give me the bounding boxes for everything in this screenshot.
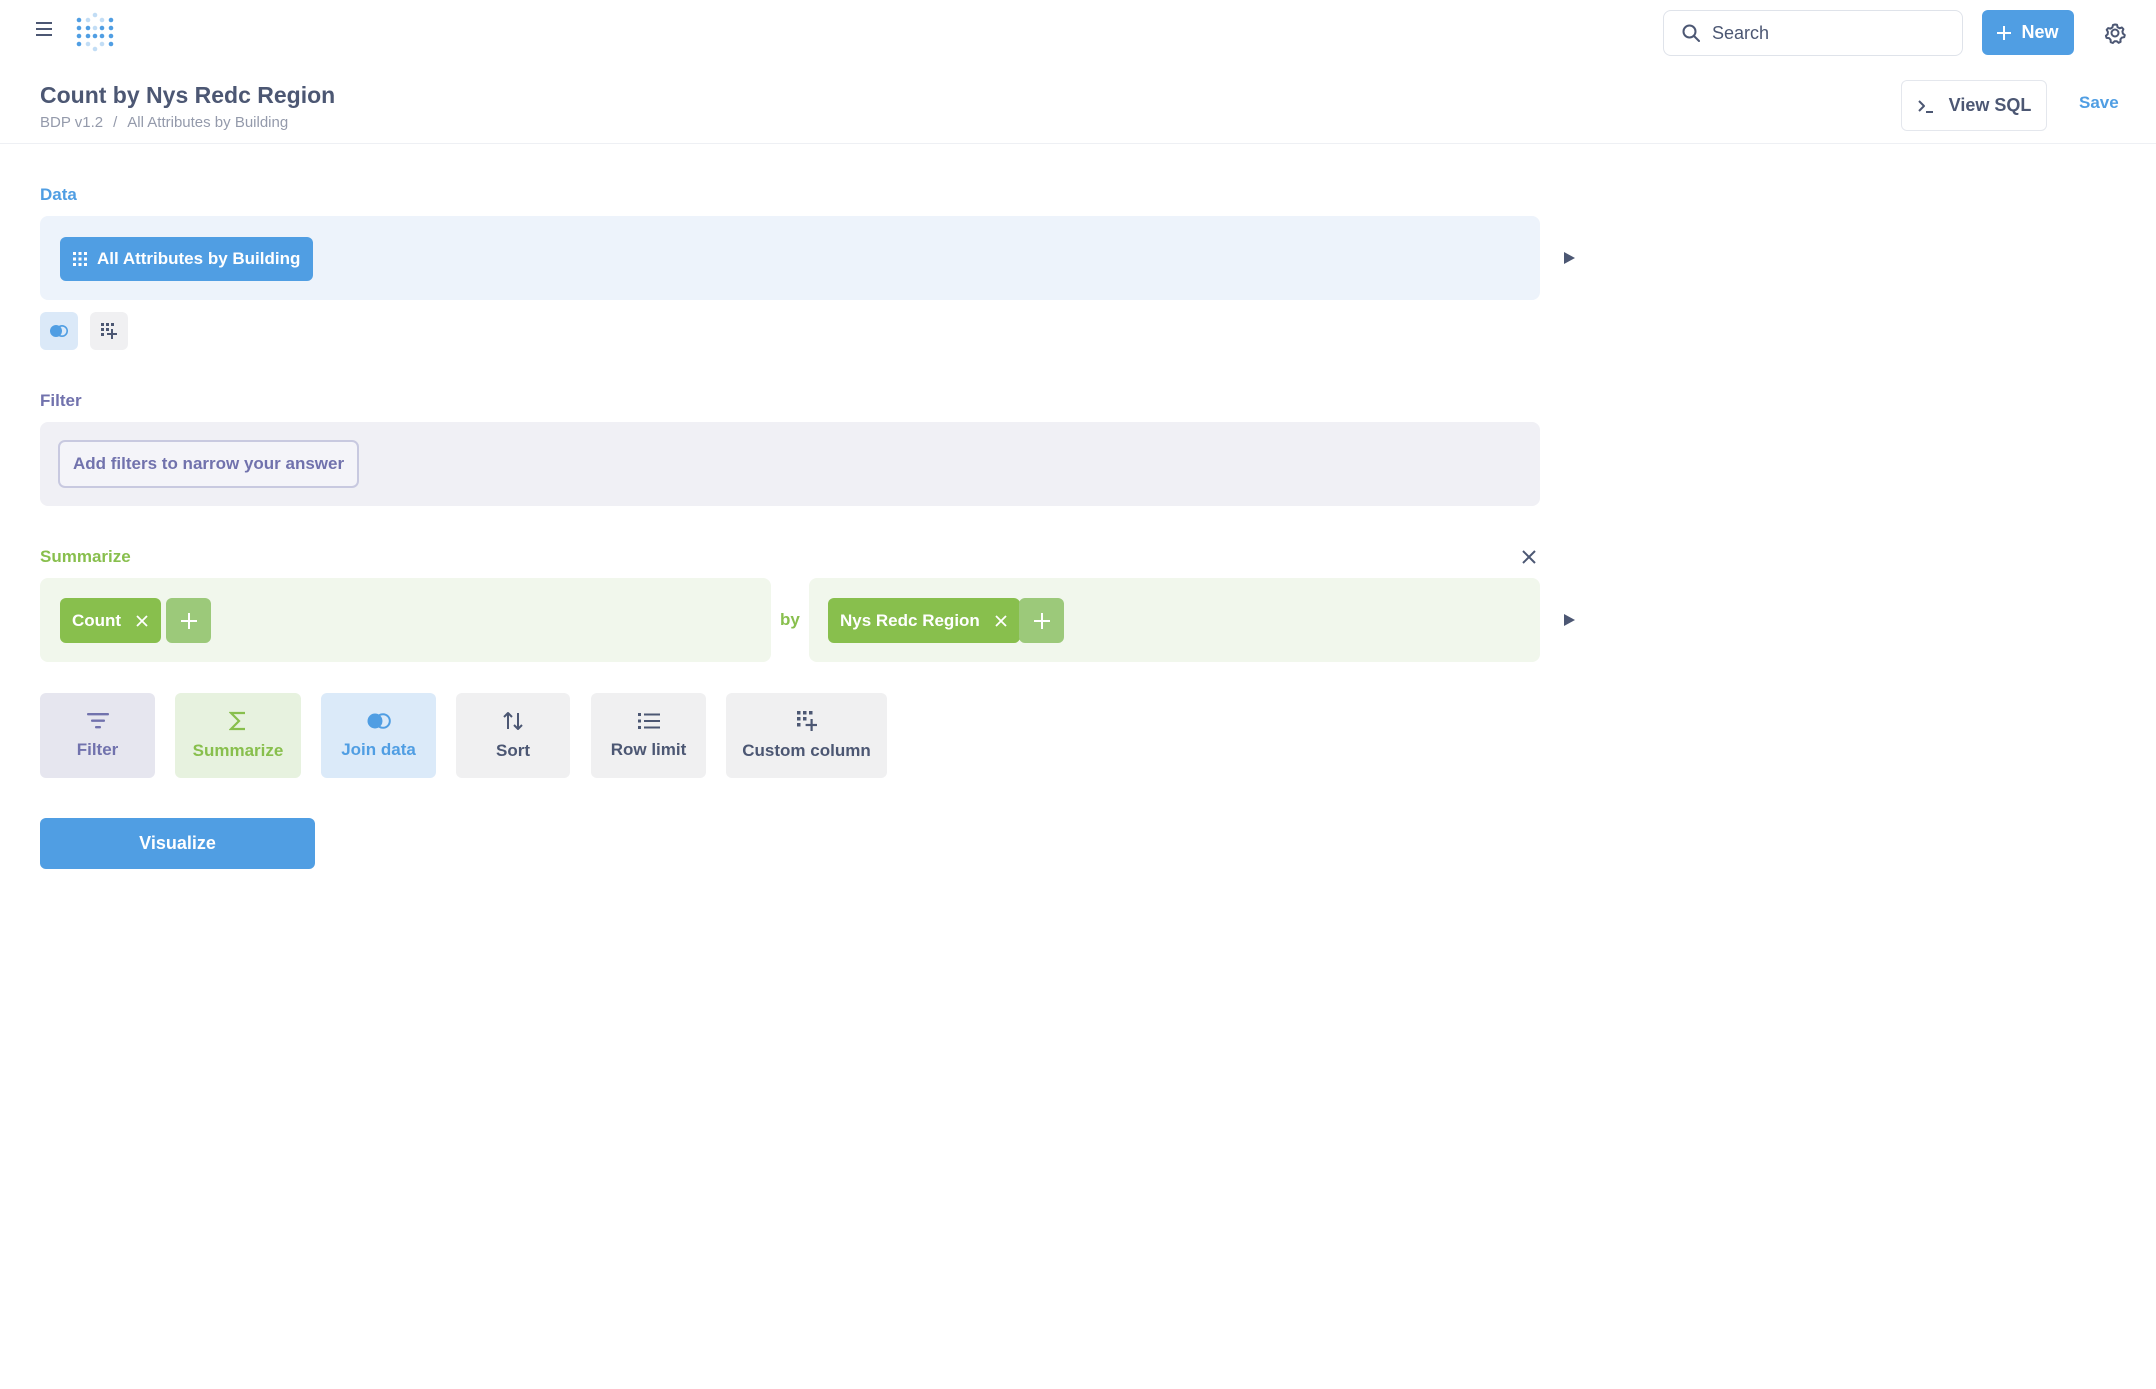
plus-icon	[1997, 25, 2012, 40]
summarize-step-button[interactable]: Summarize	[175, 693, 301, 778]
logo-icon[interactable]	[76, 12, 114, 52]
breadcrumb: BDP v1.2 / All Attributes by Building	[40, 114, 288, 131]
add-group-by-button[interactable]	[1019, 598, 1064, 643]
join-data-step-button[interactable]: Join data	[321, 693, 436, 778]
group-by-label: Nys Redc Region	[840, 610, 980, 630]
join-data-step-label: Join data	[341, 739, 416, 759]
by-label: by	[780, 610, 800, 629]
play-preview-icon[interactable]	[1562, 613, 1576, 627]
add-filter-button[interactable]: Add filters to narrow your answer	[58, 440, 360, 488]
group-by-pill-region[interactable]: Nys Redc Region	[828, 598, 1020, 643]
table-grid-icon	[73, 252, 87, 266]
remove-group-icon[interactable]	[994, 614, 1008, 628]
sort-step-label: Sort	[496, 740, 530, 760]
sigma-icon	[229, 711, 247, 731]
breadcrumb-database[interactable]: BDP v1.2	[40, 114, 103, 131]
new-button[interactable]: New	[1982, 10, 2074, 55]
page-title[interactable]: Count by Nys Redc Region	[40, 82, 335, 109]
search-box[interactable]	[1663, 10, 1963, 56]
custom-column-icon	[101, 323, 117, 339]
plus-icon	[1033, 612, 1050, 629]
filter-step-label: Filter	[76, 739, 119, 759]
list-icon	[637, 712, 660, 730]
play-preview-icon[interactable]	[1562, 251, 1576, 265]
data-source-label: All Attributes by Building	[97, 249, 301, 268]
filter-section-label: Filter	[40, 391, 82, 410]
search-icon	[1682, 24, 1700, 42]
metric-label: Count	[72, 610, 122, 630]
filter-step-button[interactable]: Filter	[40, 693, 155, 778]
custom-column-step-label: Custom column	[742, 740, 871, 760]
custom-column-small-button[interactable]	[90, 312, 128, 350]
custom-column-icon	[796, 710, 817, 731]
row-limit-step-button[interactable]: Row limit	[591, 693, 706, 778]
data-source-pill[interactable]: All Attributes by Building	[60, 237, 314, 281]
join-data-small-button[interactable]	[40, 312, 78, 350]
join-icon	[49, 324, 69, 338]
breadcrumb-separator: /	[113, 114, 118, 131]
header-divider	[0, 143, 2156, 144]
remove-metric-icon[interactable]	[135, 614, 149, 628]
summarize-section-label: Summarize	[40, 547, 131, 566]
sort-arrows-icon	[502, 711, 524, 731]
search-input[interactable]	[1712, 22, 1932, 44]
save-button[interactable]: Save	[2079, 93, 2119, 113]
view-sql-button[interactable]: View SQL	[1901, 80, 2047, 131]
row-limit-step-label: Row limit	[610, 739, 687, 759]
breadcrumb-table[interactable]: All Attributes by Building	[127, 114, 288, 131]
metric-pill-count[interactable]: Count	[60, 598, 162, 643]
join-icon	[366, 712, 392, 730]
menu-icon[interactable]	[36, 22, 64, 42]
custom-column-step-button[interactable]: Custom column	[726, 693, 887, 778]
plus-icon	[180, 612, 197, 629]
terminal-icon	[1917, 98, 1935, 114]
add-metric-button[interactable]	[166, 598, 211, 643]
sort-step-button[interactable]: Sort	[456, 693, 570, 778]
close-icon[interactable]	[1520, 548, 1538, 566]
summarize-step-label: Summarize	[192, 740, 284, 760]
visualize-button[interactable]: Visualize	[40, 818, 315, 869]
filter-icon	[86, 712, 109, 730]
new-button-label: New	[2021, 22, 2059, 42]
view-sql-label: View SQL	[1948, 95, 2032, 115]
data-section-label: Data	[40, 185, 77, 204]
gear-icon[interactable]	[2100, 18, 2130, 48]
